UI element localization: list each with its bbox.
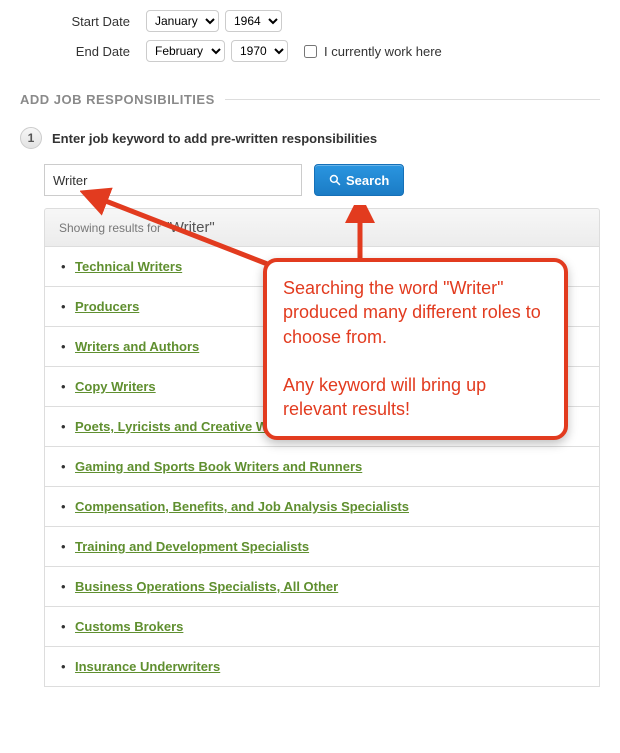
end-date-label: End Date bbox=[20, 44, 140, 59]
result-row: Compensation, Benefits, and Job Analysis… bbox=[45, 487, 599, 527]
section-title: ADD JOB RESPONSIBILITIES bbox=[20, 92, 215, 107]
result-row: Training and Development Specialists bbox=[45, 527, 599, 567]
section-divider bbox=[225, 99, 600, 100]
result-row: Business Operations Specialists, All Oth… bbox=[45, 567, 599, 607]
start-date-label: Start Date bbox=[20, 14, 140, 29]
results-term: "Writer" bbox=[164, 219, 214, 236]
currently-work-label[interactable]: I currently work here bbox=[300, 42, 442, 61]
callout-line2: Any keyword will bring up relevant resul… bbox=[283, 373, 548, 422]
callout-line1: Searching the word "Writer" produced man… bbox=[283, 276, 548, 349]
end-date-row: End Date February 1970 I currently work … bbox=[20, 40, 600, 62]
search-icon bbox=[329, 174, 341, 186]
result-link[interactable]: Copy Writers bbox=[75, 379, 156, 394]
section-header: ADD JOB RESPONSIBILITIES bbox=[20, 92, 600, 107]
result-link[interactable]: Writers and Authors bbox=[75, 339, 199, 354]
start-year-select[interactable]: 1964 bbox=[225, 10, 282, 32]
search-button[interactable]: Search bbox=[314, 164, 404, 196]
step-number-badge: 1 bbox=[20, 127, 42, 149]
start-month-select[interactable]: January bbox=[146, 10, 219, 32]
step-instruction: Enter job keyword to add pre-written res… bbox=[52, 131, 377, 146]
result-row: Insurance Underwriters bbox=[45, 647, 599, 687]
result-link[interactable]: Gaming and Sports Book Writers and Runne… bbox=[75, 459, 362, 474]
search-row: Search bbox=[44, 164, 600, 196]
step-row: 1 Enter job keyword to add pre-written r… bbox=[20, 127, 600, 149]
result-link[interactable]: Compensation, Benefits, and Job Analysis… bbox=[75, 499, 409, 514]
end-month-select[interactable]: February bbox=[146, 40, 225, 62]
result-link[interactable]: Training and Development Specialists bbox=[75, 539, 309, 554]
result-link[interactable]: Business Operations Specialists, All Oth… bbox=[75, 579, 338, 594]
result-link[interactable]: Producers bbox=[75, 299, 139, 314]
result-link[interactable]: Technical Writers bbox=[75, 259, 182, 274]
end-year-select[interactable]: 1970 bbox=[231, 40, 288, 62]
annotation-callout: Searching the word "Writer" produced man… bbox=[263, 258, 568, 440]
results-header: Showing results for "Writer" bbox=[44, 208, 600, 247]
result-link[interactable]: Customs Brokers bbox=[75, 619, 183, 634]
keyword-input[interactable] bbox=[44, 164, 302, 196]
result-row: Gaming and Sports Book Writers and Runne… bbox=[45, 447, 599, 487]
start-date-row: Start Date January 1964 bbox=[20, 10, 600, 32]
search-button-label: Search bbox=[346, 173, 389, 188]
result-row: Customs Brokers bbox=[45, 607, 599, 647]
currently-work-checkbox[interactable] bbox=[304, 45, 317, 58]
result-link[interactable]: Insurance Underwriters bbox=[75, 659, 220, 674]
currently-work-text: I currently work here bbox=[324, 44, 442, 59]
results-prefix: Showing results for bbox=[59, 221, 161, 235]
